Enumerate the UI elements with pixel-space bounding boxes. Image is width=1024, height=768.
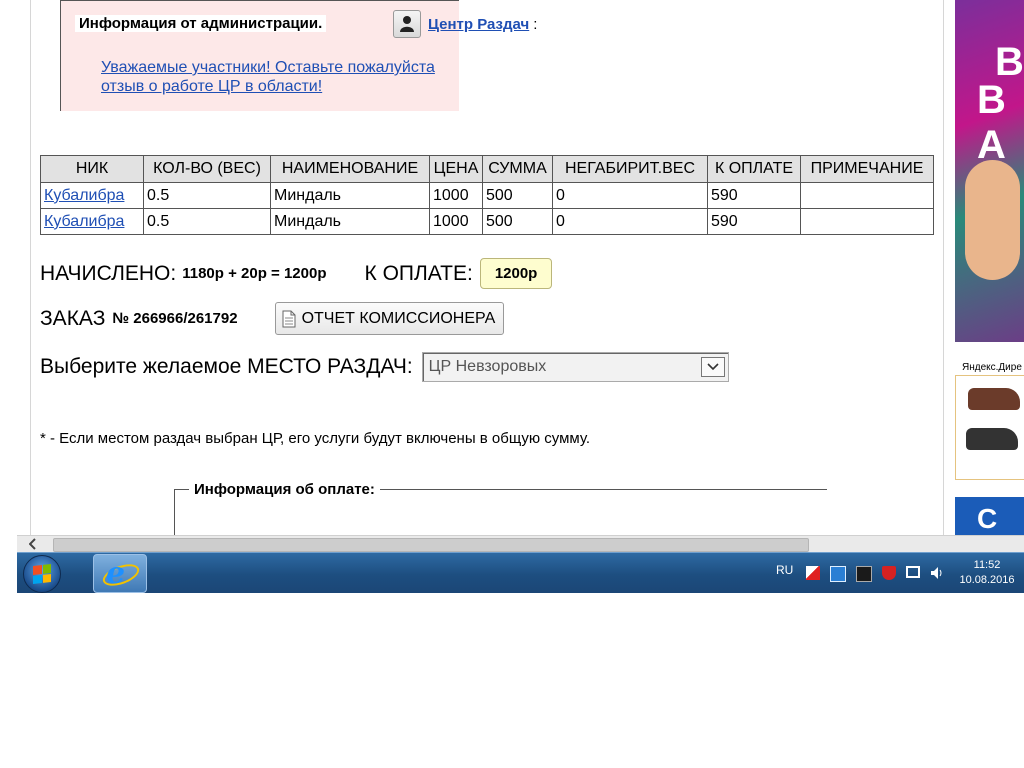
col-header-qty: КОЛ-ВО (ВЕС) (143, 155, 271, 183)
cell-nick: Кубалибра (40, 208, 144, 235)
shoe-image (968, 388, 1020, 410)
author-link[interactable]: Центр Раздач (428, 16, 529, 33)
col-header-sum: СУММА (482, 155, 553, 183)
nick-link[interactable]: Кубалибра (44, 187, 124, 204)
col-header-name: НАИМЕНОВАНИЕ (270, 155, 430, 183)
flag-icon[interactable] (806, 566, 820, 580)
table-row: Кубалибра 0.5 Миндаль 1000 500 0 590 (40, 182, 934, 209)
nick-link[interactable]: Кубалибра (44, 213, 124, 230)
ad-sidebar: В В А Яндекс.Дире С (955, 0, 1024, 535)
to-pay-badge: 1200р (479, 258, 553, 289)
admin-info-box: Информация от администрации. Центр Разда… (60, 0, 537, 111)
clock-time: 11:52 (973, 559, 1001, 571)
shoe-image (966, 428, 1018, 450)
network-icon[interactable] (830, 566, 846, 582)
col-header-to-pay: К ОПЛАТЕ (707, 155, 801, 183)
cell-oversize: 0 (552, 182, 708, 209)
accrued-label: НАЧИСЛЕНО: (40, 261, 177, 285)
ad-photo (965, 160, 1020, 280)
user-avatar-icon (393, 10, 421, 38)
cell-sum: 500 (482, 182, 553, 209)
order-label: ЗАКАЗ (40, 306, 106, 330)
cell-price: 1000 (429, 182, 483, 209)
to-pay-label: К ОПЛАТЕ: (364, 261, 473, 285)
cell-qty: 0.5 (143, 182, 271, 209)
blue-ad-text: С (977, 503, 998, 534)
payment-info-box: Информация об оплате: (174, 481, 827, 540)
scroll-left-icon[interactable] (28, 537, 37, 552)
taskbar-clock[interactable]: 11:52 10.08.2016 (957, 558, 1017, 588)
orders-table: НИК КОЛ-ВО (ВЕС) НАИМЕНОВАНИЕ ЦЕНА СУММА… (40, 155, 934, 235)
commission-report-label: ОТЧЕТ КОМИССИОНЕРА (301, 309, 496, 327)
col-header-price: ЦЕНА (429, 155, 483, 183)
shoe-ad[interactable] (955, 375, 1024, 480)
pickup-label: Выберите желаемое МЕСТО РАЗДАЧ: (40, 355, 413, 378)
system-tray (806, 566, 944, 582)
col-header-note: ПРИМЕЧАНИЕ (800, 155, 934, 183)
footnote: * - Если местом раздач выбран ЦР, его ус… (40, 430, 591, 447)
taskbar: e RU 11:52 10.08.2016 (17, 552, 1024, 593)
author-suffix: : (533, 15, 538, 33)
internet-explorer-icon: e (106, 556, 126, 591)
cell-qty: 0.5 (143, 208, 271, 235)
language-indicator[interactable]: RU (776, 563, 793, 577)
cell-note (800, 208, 934, 235)
cell-note (800, 182, 934, 209)
admin-message-link[interactable]: Уважаемые участники! Оставьте пожалуйста… (101, 58, 461, 96)
cell-oversize: 0 (552, 208, 708, 235)
start-button[interactable] (23, 555, 61, 593)
ad-banner[interactable]: В В А (955, 0, 1024, 342)
table-row: Кубалибра 0.5 Миндаль 1000 500 0 590 (40, 208, 934, 235)
summary-line: НАЧИСЛЕНО: 1180р + 20р = 1200р К ОПЛАТЕ:… (40, 258, 553, 289)
pickup-place-line: Выберите желаемое МЕСТО РАЗДАЧ: ЦР Невзо… (40, 352, 729, 382)
shield-icon[interactable] (882, 566, 896, 580)
col-header-oversize: НЕГАБИРИТ.ВЕС (552, 155, 708, 183)
blue-ad[interactable]: С (955, 497, 1024, 535)
chevron-down-icon[interactable] (700, 357, 725, 377)
payment-info-legend: Информация об оплате: (189, 481, 380, 498)
document-icon (282, 310, 296, 328)
table-header-row: НИК КОЛ-ВО (ВЕС) НАИМЕНОВАНИЕ ЦЕНА СУММА… (40, 155, 934, 183)
scrollbar-thumb[interactable] (53, 538, 809, 552)
clock-date: 10.08.2016 (959, 574, 1015, 586)
cell-name: Миндаль (270, 208, 430, 235)
main-content: Информация от администрации. Центр Разда… (30, 0, 944, 540)
horizontal-scrollbar[interactable] (17, 535, 1024, 552)
pickup-select[interactable]: ЦР Невзоровых (421, 352, 729, 382)
browser-viewport: Информация от администрации. Центр Разда… (17, 0, 1024, 552)
commission-report-button[interactable]: ОТЧЕТ КОМИССИОНЕРА (274, 302, 505, 335)
cell-to-pay: 590 (707, 182, 801, 209)
accrued-value: 1180р + 20р = 1200р (182, 265, 327, 282)
pickup-select-value: ЦР Невзоровых (428, 358, 547, 375)
col-header-nick: НИК (40, 155, 144, 183)
order-line: ЗАКАЗ № 266966/261792 ОТЧЕТ КОМИССИОНЕРА (40, 302, 505, 335)
admin-info-legend: Информация от администрации. (75, 15, 327, 32)
cell-nick: Кубалибра (40, 182, 144, 209)
monitor-icon[interactable] (906, 566, 920, 578)
windows-logo-icon (33, 564, 51, 584)
order-number: № 266966/261792 (112, 310, 238, 327)
ad-banner-text-2: В А (977, 78, 1006, 167)
internet-explorer-taskbar-button[interactable]: e (93, 554, 147, 593)
cell-name: Миндаль (270, 182, 430, 209)
cell-to-pay: 590 (707, 208, 801, 235)
cell-sum: 500 (482, 208, 553, 235)
yandex-direct-label[interactable]: Яндекс.Дире (962, 362, 1022, 373)
cell-price: 1000 (429, 208, 483, 235)
volume-icon[interactable] (930, 566, 944, 580)
security-icon[interactable] (856, 566, 872, 582)
admin-author: Центр Раздач : (393, 10, 537, 38)
